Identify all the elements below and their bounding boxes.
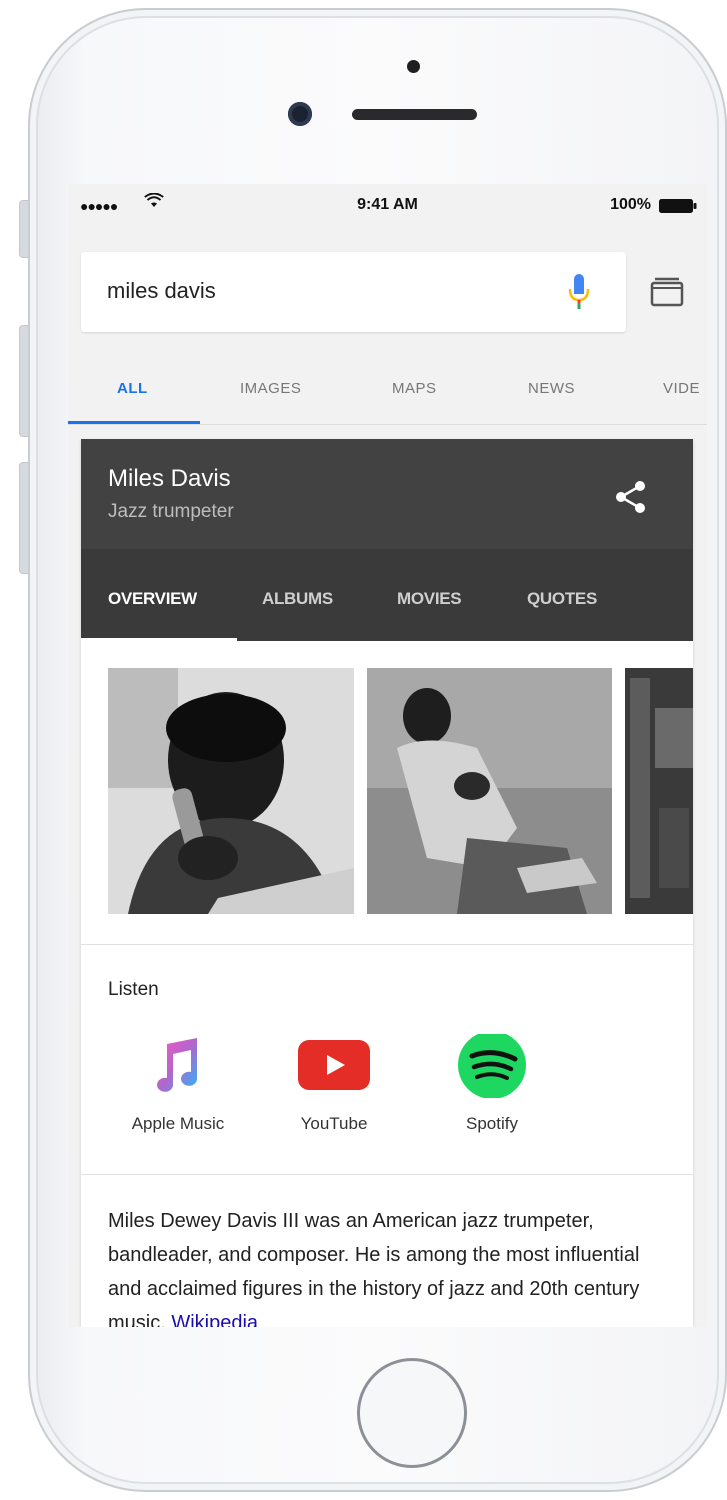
apple-music-label: Apple Music bbox=[131, 1114, 225, 1133]
section-divider bbox=[81, 944, 693, 945]
youtube-label: YouTube bbox=[300, 1114, 368, 1133]
entity-subtitle: Jazz trumpeter bbox=[108, 501, 234, 522]
spotify-link[interactable]: Spotify bbox=[427, 1031, 557, 1133]
tabs-icon[interactable] bbox=[648, 276, 686, 308]
kp-active-tab-indicator bbox=[81, 638, 237, 641]
mic-icon[interactable] bbox=[565, 272, 593, 312]
search-input[interactable]: miles davis bbox=[107, 278, 216, 304]
battery-percent: 100% bbox=[610, 196, 651, 213]
phone-screen: ●●●●● 9:41 AM 100% miles davis ALL IMAGE… bbox=[68, 184, 707, 1327]
earpiece-speaker bbox=[352, 109, 477, 120]
knowledge-panel: Miles Davis Jazz trumpeter OVERVIEW ALBU… bbox=[81, 439, 693, 1327]
knowledge-panel-header: Miles Davis Jazz trumpeter bbox=[81, 439, 693, 549]
section-divider bbox=[81, 1174, 693, 1175]
kp-tab-albums[interactable]: ALBUMS bbox=[262, 589, 333, 609]
youtube-icon bbox=[298, 1040, 370, 1090]
kp-tab-overview[interactable]: OVERVIEW bbox=[108, 589, 197, 609]
seated-photo bbox=[367, 668, 612, 914]
share-icon[interactable] bbox=[613, 479, 649, 515]
tab-all[interactable]: ALL bbox=[117, 380, 148, 397]
photo-2[interactable] bbox=[367, 668, 612, 914]
tab-maps[interactable]: MAPS bbox=[392, 380, 437, 397]
kp-tab-quotes[interactable]: QUOTES bbox=[527, 589, 597, 609]
youtube-link[interactable]: YouTube bbox=[269, 1034, 399, 1133]
partial-photo bbox=[625, 668, 693, 914]
active-tab-indicator bbox=[68, 421, 200, 424]
wikipedia-link[interactable]: Wikipedia bbox=[171, 1312, 258, 1327]
description-text: Miles Dewey Davis III was an American ja… bbox=[108, 1210, 640, 1327]
portrait-photo bbox=[108, 668, 354, 914]
knowledge-panel-tabs: OVERVIEW ALBUMS MOVIES QUOTES bbox=[81, 549, 693, 641]
home-button[interactable] bbox=[357, 1358, 467, 1468]
entity-title: Miles Davis bbox=[108, 465, 231, 492]
status-bar: ●●●●● 9:41 AM 100% bbox=[68, 184, 707, 228]
listen-heading: Listen bbox=[108, 979, 159, 1000]
proximity-sensor bbox=[407, 60, 420, 73]
tab-images[interactable]: IMAGES bbox=[240, 380, 301, 397]
search-box[interactable]: miles davis bbox=[81, 252, 626, 332]
front-camera bbox=[288, 102, 312, 126]
kp-tab-movies[interactable]: MOVIES bbox=[397, 589, 462, 609]
entity-description: Miles Dewey Davis III was an American ja… bbox=[108, 1204, 668, 1327]
photo-1[interactable] bbox=[108, 668, 354, 914]
photo-3[interactable] bbox=[625, 668, 693, 914]
tab-news[interactable]: NEWS bbox=[528, 380, 575, 397]
tab-videos[interactable]: VIDE bbox=[663, 380, 700, 397]
battery-icon bbox=[659, 199, 697, 213]
apple-music-link[interactable]: Apple Music bbox=[113, 1034, 243, 1133]
spotify-icon bbox=[458, 1031, 526, 1099]
search-nav-tabs: ALL IMAGES MAPS NEWS VIDE bbox=[68, 354, 707, 425]
apple-music-icon bbox=[157, 1038, 198, 1092]
spotify-label: Spotify bbox=[466, 1114, 518, 1133]
